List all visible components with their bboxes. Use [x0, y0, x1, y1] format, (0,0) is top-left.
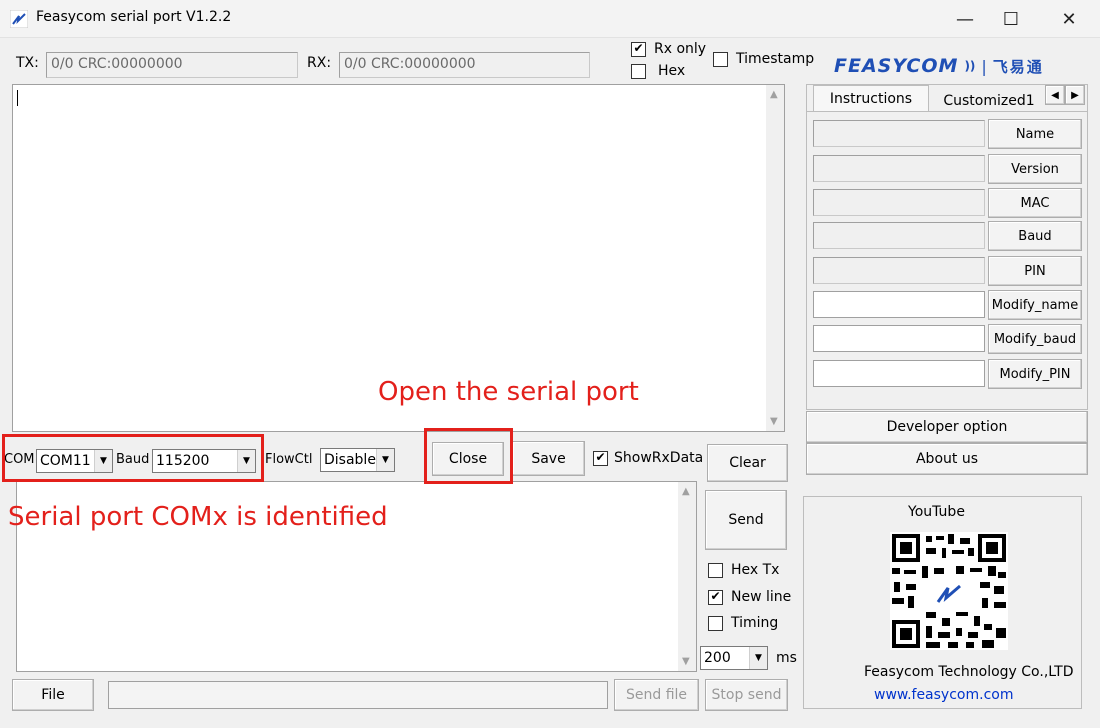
text-cursor [17, 90, 18, 106]
hex-tx-checkbox[interactable]: Hex Tx [708, 562, 779, 578]
hex-checkbox[interactable]: Hex [631, 63, 685, 79]
minimize-button[interactable]: — [942, 0, 988, 38]
name-value-field [813, 120, 985, 147]
timestamp-checkbox[interactable]: Timestamp [713, 51, 814, 67]
modify-name-input[interactable] [813, 291, 985, 318]
pin-button[interactable]: PIN [988, 256, 1082, 286]
youtube-panel: YouTube Feasycom Technology Co.,LTD www.… [803, 496, 1082, 709]
timing-checkbox[interactable]: Timing [708, 615, 778, 631]
tab-scroll-right-button[interactable]: ▶ [1065, 85, 1085, 105]
timing-check [708, 615, 723, 631]
logo-text: FEASYCOM [834, 55, 959, 77]
rx-only-checkbox[interactable]: ✔ Rx only [631, 41, 706, 57]
rx-only-label: Rx only [654, 41, 707, 57]
new-line-check: ✔ [708, 589, 723, 605]
tab-content-border [807, 111, 1087, 112]
company-name: Feasycom Technology Co.,LTD [864, 664, 1074, 680]
flowctl-select[interactable]: Disable ▼ [320, 448, 395, 472]
developer-option-button[interactable]: Developer option [806, 411, 1088, 443]
send-file-button[interactable]: Send file [614, 679, 699, 711]
close-icon: ✕ [1061, 8, 1077, 30]
receive-scrollbar[interactable]: ▲ ▼ [766, 85, 784, 431]
timing-label: Timing [731, 615, 779, 631]
window-title: Feasycom serial port V1.2.2 [36, 9, 232, 25]
scroll-down-icon: ▼ [682, 656, 690, 667]
baud-value-field [813, 222, 985, 249]
annotation-box-close-button [424, 428, 513, 484]
file-button[interactable]: File [12, 679, 94, 711]
about-us-button[interactable]: About us [806, 443, 1088, 475]
scroll-up-icon: ▲ [770, 89, 778, 100]
name-button[interactable]: Name [988, 119, 1082, 149]
hex-label: Hex [658, 63, 686, 79]
wave-icon: )) [964, 59, 976, 73]
mac-value-field [813, 189, 985, 216]
annotation-box-port-settings [2, 434, 264, 482]
annotation-open-port: Open the serial port [378, 377, 639, 407]
brand-logo: FEASYCOM )) | 飞易通 [834, 55, 1044, 77]
show-rx-checkbox[interactable]: ✔ ShowRxData [593, 450, 703, 466]
youtube-label: YouTube [908, 504, 965, 520]
chevron-down-icon: ▼ [749, 647, 767, 669]
chevron-down-icon: ▼ [376, 449, 394, 471]
modify-baud-input[interactable] [813, 325, 985, 352]
modify-name-button[interactable]: Modify_name [988, 290, 1082, 320]
title-bar: Feasycom serial port V1.2.2 — ☐ ✕ [0, 0, 1100, 38]
send-button[interactable]: Send [705, 490, 787, 550]
hex-check [631, 63, 646, 79]
hex-tx-label: Hex Tx [731, 562, 780, 578]
pin-value-field [813, 257, 985, 284]
logo-cn-text: 飞易通 [992, 57, 1044, 76]
interval-value: 200 [704, 650, 731, 666]
version-button[interactable]: Version [988, 154, 1082, 184]
interval-unit: ms [776, 650, 797, 666]
minimize-icon: — [956, 8, 974, 30]
new-line-label: New line [731, 589, 792, 605]
tab-instructions[interactable]: Instructions [813, 85, 929, 111]
show-rx-label: ShowRxData [614, 450, 704, 466]
logo-separator: | [981, 56, 987, 76]
rx-counter: 0/0 CRC:00000000 [339, 52, 590, 78]
clear-button[interactable]: Clear [707, 444, 788, 482]
close-window-button[interactable]: ✕ [1046, 0, 1092, 38]
arrow-right-icon: ▶ [1071, 89, 1079, 101]
rx-only-check: ✔ [631, 41, 646, 57]
maximize-icon: ☐ [1002, 8, 1020, 30]
save-button[interactable]: Save [512, 441, 585, 476]
timestamp-check [713, 51, 728, 67]
scroll-down-icon: ▼ [770, 416, 778, 427]
new-line-checkbox[interactable]: ✔ New line [708, 589, 791, 605]
mac-button[interactable]: MAC [988, 188, 1082, 218]
send-scrollbar[interactable]: ▲ ▼ [678, 482, 696, 671]
hex-tx-check [708, 562, 723, 578]
qr-code-icon [890, 532, 1008, 650]
version-value-field [813, 155, 985, 182]
flowctl-value: Disable [324, 452, 376, 468]
scroll-up-icon: ▲ [682, 486, 690, 497]
annotation-com-identified: Serial port COMx is identified [8, 502, 388, 532]
website-link[interactable]: www.feasycom.com [874, 687, 1013, 703]
show-rx-check: ✔ [593, 450, 608, 466]
stop-send-button[interactable]: Stop send [705, 679, 788, 711]
modify-pin-input[interactable] [813, 360, 985, 387]
timestamp-label: Timestamp [736, 51, 815, 67]
maximize-button[interactable]: ☐ [988, 0, 1034, 38]
interval-select[interactable]: 200 ▼ [700, 646, 768, 670]
rx-label: RX: [307, 55, 332, 71]
app-icon [9, 9, 29, 29]
tab-customized1[interactable]: Customized1 [935, 89, 1043, 113]
file-path-field[interactable] [108, 681, 608, 709]
arrow-left-icon: ◀ [1051, 89, 1059, 101]
modify-pin-button[interactable]: Modify_PIN [988, 359, 1082, 389]
modify-baud-button[interactable]: Modify_baud [988, 324, 1082, 354]
tx-counter: 0/0 CRC:00000000 [46, 52, 298, 78]
baud-button[interactable]: Baud [988, 221, 1082, 251]
flowctl-label: FlowCtl [265, 452, 313, 467]
tab-scroll-left-button[interactable]: ◀ [1045, 85, 1065, 105]
tx-label: TX: [16, 55, 39, 71]
